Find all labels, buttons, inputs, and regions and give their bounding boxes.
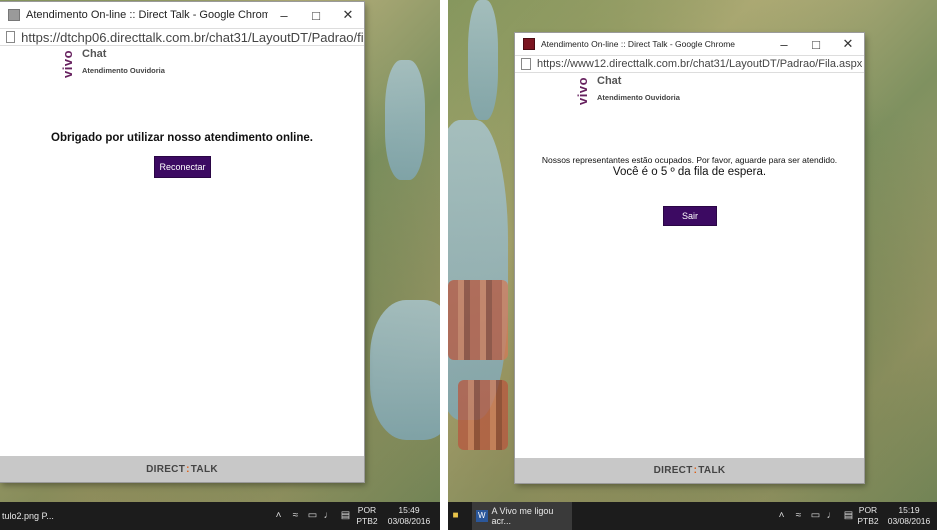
clock-time: 15:49	[398, 505, 420, 515]
browser-window: Atendimento On-line :: Direct Talk - Goo…	[515, 33, 864, 483]
page-footer: DIRECT: TALK	[515, 458, 864, 483]
minimize-icon[interactable]: –	[768, 33, 800, 55]
painting-river	[385, 60, 425, 180]
brand-header: vivo Chat Atendimento Ouvidoria	[60, 48, 165, 78]
directtalk-dot-icon: :	[186, 463, 190, 475]
language-indicator[interactable]: POR PTB2	[355, 505, 379, 527]
reconnect-button[interactable]: Reconectar	[154, 156, 211, 178]
chevron-up-icon[interactable]: ˄	[776, 511, 787, 521]
clock-date: 03/08/2016	[887, 516, 931, 526]
queue-position-message: Você é o 5 º da fila de espera.	[612, 166, 767, 178]
brand-subtitle: Atendimento Ouvidoria	[597, 93, 680, 102]
divider	[440, 0, 448, 530]
network-icon[interactable]: ≈	[290, 511, 301, 521]
language-indicator[interactable]: POR PTB2	[856, 505, 880, 527]
address-bar[interactable]: https://www12.directtalk.com.br/chat31/L…	[515, 55, 864, 73]
page-footer: DIRECT: TALK	[0, 456, 364, 482]
queue-busy-message: Nossos representantes estão ocupados. Po…	[541, 155, 838, 165]
directtalk-logo-left: DIRECT	[653, 465, 693, 476]
close-icon[interactable]: ✕	[832, 33, 864, 55]
close-icon[interactable]: ✕	[332, 2, 364, 28]
address-bar[interactable]: https://dtchp06.directtalk.com.br/chat31…	[0, 28, 364, 46]
folder-icon[interactable]: ■	[450, 511, 461, 521]
exit-button[interactable]: Sair	[663, 206, 717, 226]
painting-river	[468, 0, 498, 120]
volume-icon[interactable]: ♩	[826, 511, 837, 521]
left-screenshot: Atendimento On-line :: Direct Talk - Goo…	[0, 0, 440, 530]
brand-subtitle: Atendimento Ouvidoria	[82, 66, 165, 75]
battery-icon[interactable]: ▭	[307, 511, 318, 521]
taskbar: ■ W A Vivo me ligou acr... ˄ ≈ ▭ ♩ ▤ POR…	[448, 502, 937, 530]
keyboard-layout: PTB2	[857, 516, 879, 526]
directtalk-dot-icon: :	[693, 465, 698, 476]
taskbar-item-label: A Vivo me ligou acr...	[491, 506, 554, 526]
window-title: Atendimento On-line :: Direct Talk - Goo…	[541, 39, 736, 49]
window-titlebar[interactable]: Atendimento On-line :: Direct Talk - Goo…	[515, 33, 864, 55]
url-text[interactable]: https://dtchp06.directtalk.com.br/chat31…	[21, 30, 364, 45]
painting-river	[448, 120, 508, 420]
battery-icon[interactable]: ▭	[810, 511, 821, 521]
taskbar: tulo2.png P... ˄ ≈ ▭ ♩ ▤ POR PTB2 15:49 …	[0, 502, 440, 530]
painting-river	[370, 300, 440, 440]
maximize-icon[interactable]: □	[800, 33, 832, 55]
window-titlebar[interactable]: Atendimento On-line :: Direct Talk - Goo…	[0, 2, 364, 28]
right-screenshot: Atendimento On-line :: Direct Talk - Goo…	[448, 0, 937, 530]
chrome-favicon-icon	[523, 38, 535, 50]
taskbar-clock[interactable]: 15:19 03/08/2016	[884, 505, 934, 527]
page-content: vivo Chat Atendimento Ouvidoria Nossos r…	[515, 73, 864, 483]
thank-you-message: Obrigado por utilizar nosso atendimento …	[51, 132, 313, 144]
brand-chat-label: Chat	[82, 48, 107, 60]
page-icon	[521, 58, 531, 70]
url-text[interactable]: https://www12.directtalk.com.br/chat31/L…	[537, 58, 862, 70]
vivo-logo: vivo	[575, 76, 590, 105]
word-icon: W	[476, 510, 488, 522]
taskbar-item-word[interactable]: W A Vivo me ligou acr...	[472, 502, 572, 530]
painting-roofs	[448, 280, 508, 360]
vivo-logo: vivo	[60, 49, 75, 78]
browser-window: Atendimento On-line :: Direct Talk - Goo…	[0, 2, 364, 482]
language-code: POR	[858, 505, 878, 515]
keyboard-layout: PTB2	[356, 516, 378, 526]
directtalk-logo-left: DIRECT	[146, 463, 186, 475]
page-icon	[6, 31, 16, 43]
language-code: POR	[357, 505, 377, 515]
taskbar-item[interactable]: tulo2.png P...	[2, 502, 54, 530]
minimize-icon[interactable]: –	[268, 2, 300, 28]
directtalk-logo-right: TALK	[190, 463, 218, 475]
notification-icon[interactable]: ▤	[340, 511, 351, 521]
brand-chat-label: Chat	[597, 75, 622, 87]
chrome-favicon-icon	[8, 9, 20, 21]
brand-header: vivo Chat Atendimento Ouvidoria	[575, 75, 680, 105]
volume-icon[interactable]: ♩	[323, 511, 334, 521]
directtalk-logo-right: TALK	[698, 465, 726, 476]
chevron-up-icon[interactable]: ˄	[273, 511, 284, 521]
clock-date: 03/08/2016	[387, 516, 431, 526]
taskbar-clock[interactable]: 15:49 03/08/2016	[384, 505, 434, 527]
network-icon[interactable]: ≈	[793, 511, 804, 521]
maximize-icon[interactable]: □	[300, 2, 332, 28]
painting-roofs	[458, 380, 508, 450]
clock-time: 15:19	[898, 505, 920, 515]
page-content: vivo Chat Atendimento Ouvidoria Obrigado…	[0, 46, 364, 482]
window-title: Atendimento On-line :: Direct Talk - Goo…	[26, 9, 268, 21]
notification-icon[interactable]: ▤	[843, 511, 854, 521]
